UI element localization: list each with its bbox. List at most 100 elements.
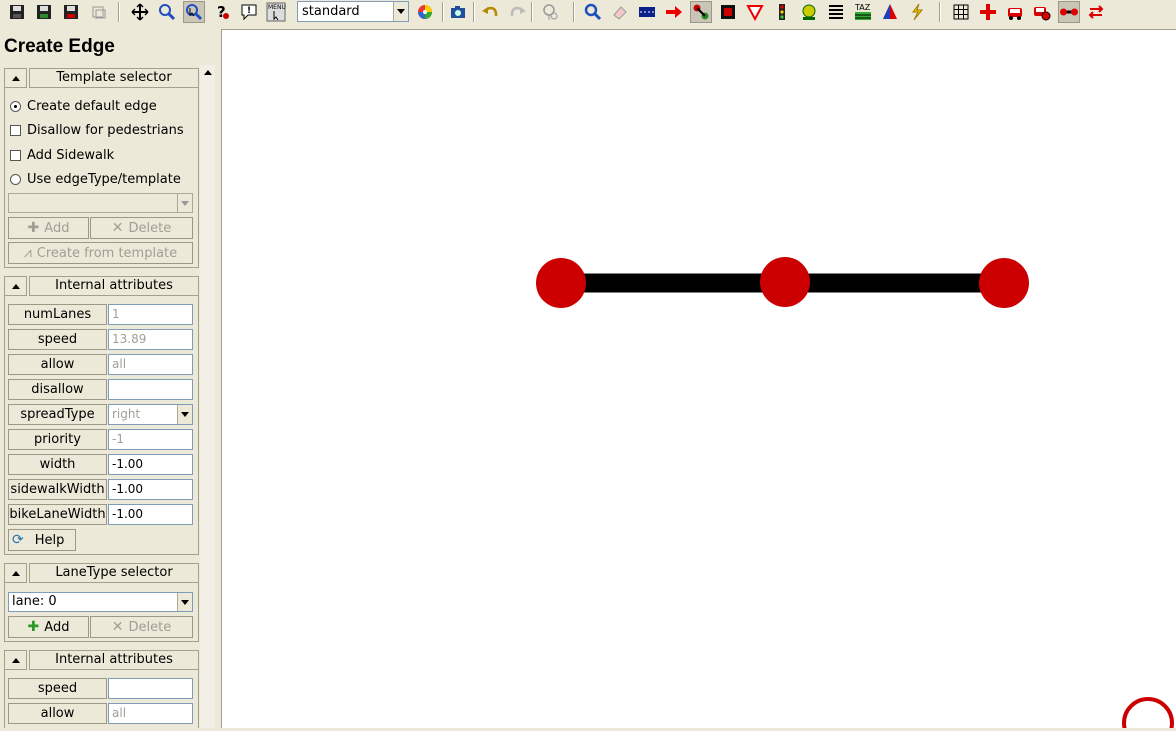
save-as-icon[interactable] [33, 1, 55, 23]
color-scheme-value: standard [302, 4, 360, 19]
select-mode-icon[interactable] [183, 1, 205, 23]
plus-icon: ✚ [27, 619, 40, 635]
attr-input-sidewalkwidth[interactable]: -1.00 [108, 479, 193, 500]
arrow-icon[interactable] [663, 1, 685, 23]
svg-text:!: ! [247, 6, 251, 16]
network-view[interactable] [222, 30, 1176, 731]
attr-label-numlanes[interactable]: numLanes [8, 304, 107, 325]
vehicle-type-icon[interactable] [1031, 1, 1053, 23]
delete-template-button[interactable]: ✕ Delete [90, 217, 193, 239]
cursor-ring-icon [1122, 697, 1174, 731]
scroll-up-icon[interactable] [200, 65, 215, 80]
chevron-down-icon[interactable] [177, 194, 192, 212]
network-canvas[interactable] [221, 29, 1176, 731]
redo-icon[interactable] [507, 1, 529, 23]
help-icon[interactable]: ? [211, 1, 233, 23]
chevron-down-icon[interactable] [393, 2, 408, 21]
lane-internal-attributes-header: Internal attributes [4, 650, 199, 670]
grid-icon[interactable] [950, 1, 972, 23]
save-icon[interactable] [6, 1, 28, 23]
screenshot-icon[interactable] [447, 1, 469, 23]
attr-label-priority[interactable]: priority [8, 429, 107, 450]
add-icon[interactable] [977, 1, 999, 23]
reload-icon[interactable] [88, 1, 110, 23]
close-icon: ✕ [111, 220, 124, 236]
attr-label-allow[interactable]: allow [8, 354, 107, 375]
attr-select-spreadtype[interactable]: right [108, 404, 193, 425]
attr-input-numlanes[interactable]: 1 [108, 304, 193, 325]
menu-icon[interactable]: MENU [265, 1, 287, 23]
attr-input-width[interactable]: -1.00 [108, 454, 193, 475]
list-icon[interactable] [825, 1, 847, 23]
edge-mode-icon[interactable] [1058, 1, 1080, 23]
attr-label-spreadtype[interactable]: spreadType [8, 404, 107, 425]
close-icon: ✕ [111, 619, 124, 635]
template-combo[interactable] [8, 193, 193, 213]
additional-icon[interactable] [539, 1, 561, 23]
color-scheme-select[interactable]: standard [297, 1, 409, 22]
attr-input-priority[interactable]: -1 [108, 429, 193, 450]
attr-label-speed[interactable]: speed [8, 329, 107, 350]
lane-attr-input-speed[interactable] [108, 678, 193, 699]
create-edge-frame: Create Edge Template selector Create def… [0, 29, 217, 728]
use-edgetype-label: Use edgeType/template [27, 171, 181, 187]
lane-attr-input-allow[interactable]: all [108, 703, 193, 724]
taz-icon[interactable]: TAZ [852, 1, 874, 23]
lane-attr-label-allow[interactable]: allow [8, 703, 107, 724]
add-lanetype-button[interactable]: ✚ Add [8, 616, 89, 638]
crossing-icon[interactable] [717, 1, 739, 23]
connection-icon[interactable] [690, 1, 712, 23]
color-wheel-icon[interactable] [414, 1, 436, 23]
delete-lanetype-button[interactable]: ✕ Delete [90, 616, 193, 638]
use-edgetype-radio[interactable]: Use edgeType/template [10, 170, 181, 188]
collapse-lane-internal-attributes-button[interactable] [4, 650, 27, 670]
save-network-icon[interactable] [60, 1, 82, 23]
attr-input-speed[interactable]: 13.89 [108, 329, 193, 350]
swap-icon[interactable] [1085, 1, 1107, 23]
chevron-down-icon[interactable] [177, 405, 192, 424]
vehicle-icon[interactable] [1004, 1, 1026, 23]
locate-icon[interactable] [156, 1, 178, 23]
create-default-edge-radio[interactable]: Create default edge [10, 97, 157, 115]
main-toolbar: ? ! MENU standard TAZ [0, 0, 1176, 24]
lanetype-combo[interactable]: lane: 0 [8, 592, 193, 612]
junction-c[interactable] [979, 258, 1029, 308]
attr-label-sidewalkwidth[interactable]: sidewalkWidth [8, 479, 107, 500]
wire-icon[interactable] [906, 1, 928, 23]
undo-icon[interactable] [479, 1, 501, 23]
attr-input-disallow[interactable] [108, 379, 193, 400]
prohibition-icon[interactable] [744, 1, 766, 23]
disallow-pedestrians-checkbox[interactable]: Disallow for pedestrians [10, 121, 184, 139]
frame-title: Create Edge [4, 36, 115, 57]
help-button[interactable]: ⟳ Help [8, 529, 76, 551]
frame-scrollbar[interactable] [200, 65, 215, 728]
attr-label-width[interactable]: width [8, 454, 107, 475]
edge-data-icon[interactable] [798, 1, 820, 23]
add-template-button[interactable]: ✚ Add [8, 217, 89, 239]
junction-a[interactable] [536, 258, 586, 308]
attr-input-allow[interactable]: all [108, 354, 193, 375]
junction-b[interactable] [760, 257, 810, 307]
inspect-mode-icon[interactable] [129, 1, 151, 23]
eraser-icon[interactable] [609, 1, 631, 23]
collapse-template-selector-button[interactable] [4, 68, 27, 88]
checkbox-icon [10, 124, 21, 136]
attr-label-bikelanewidth[interactable]: bikeLaneWidth [8, 504, 107, 525]
notes-icon[interactable]: ! [238, 1, 260, 23]
create-from-template-button[interactable]: ⩘ Create from template [8, 242, 193, 264]
collapse-internal-attributes-button[interactable] [4, 276, 27, 296]
traffic-light-icon[interactable] [771, 1, 793, 23]
checkbox-icon [10, 149, 21, 161]
edge-split-icon: ⩘ [23, 245, 32, 261]
attr-label-disallow[interactable]: disallow [8, 379, 107, 400]
collapse-lanetype-selector-button[interactable] [4, 563, 27, 583]
attr-input-bikelanewidth[interactable]: -1.00 [108, 504, 193, 525]
template-selector-header: Template selector [4, 68, 199, 88]
lane-icon[interactable] [636, 1, 658, 23]
add-sidewalk-checkbox[interactable]: Add Sidewalk [10, 146, 114, 164]
lane-attr-label-speed[interactable]: speed [8, 678, 107, 699]
search-icon[interactable] [582, 1, 604, 23]
internal-attributes-title: Internal attributes [29, 276, 199, 296]
chevron-down-icon[interactable] [177, 593, 192, 611]
poly-icon[interactable] [879, 1, 901, 23]
